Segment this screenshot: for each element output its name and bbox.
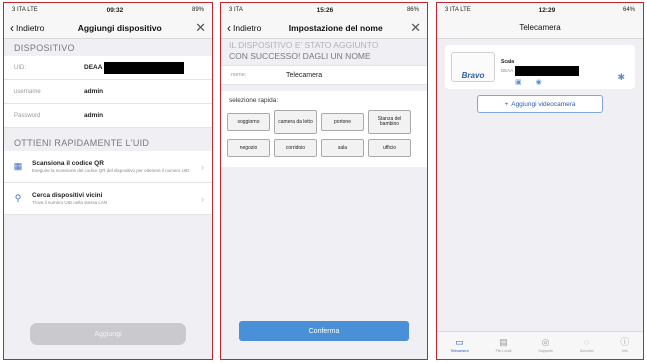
add-camera-label: Aggiungi videocamera [511,100,576,108]
section-uid-header: OTTIENI RAPIDAMENTE L'UID [14,138,150,148]
confirm-button[interactable]: Conferma [239,321,409,341]
username-value: admin [84,88,104,95]
tab-info[interactable]: ⓘ Info [620,337,630,354]
back-button[interactable]: ‹ Indietro [10,22,44,34]
clock: 09:32 [106,6,124,14]
back-label: Indietro [16,22,45,33]
success-message-main: CON SUCCESSO! DAGLI UN NOME [229,50,371,61]
calendar-icon[interactable]: ▣ [515,78,522,86]
page: 3 ITA LTE 09:32 89% ‹ Indietro Aggiungi … [0,0,647,363]
carrier-label: 3 ITA [229,7,243,13]
nav-bar: ‹ Indietro Impostazione del nome ✕ [221,17,427,39]
nav-bar: ‹ Indietro Aggiungi dispositivo ✕ [4,17,212,39]
back-button[interactable]: ‹ Indietro [227,22,261,34]
name-field[interactable]: nome: Telecamera [221,65,427,86]
home-icon: ◌ [583,337,590,347]
username-field[interactable]: username admin [4,80,212,104]
camera-icon: ▭ [455,337,464,347]
redaction-bar [104,61,185,74]
scan-qr-item[interactable]: ▦ Scansiona il codice QR Eseguire la sca… [4,151,212,183]
password-label: Password [14,112,41,119]
page-title: Aggiungi dispositivo [77,22,162,33]
search-icon: ⚲ [14,193,22,203]
chevron-right-icon: › [201,161,204,172]
screen-name-setting: 3 ITA 15:26 86% ‹ Indietro Impostazione … [220,2,428,360]
search-nearby-desc: Trova il numero UID nella stessa LAN [32,199,108,205]
chip-stanza-del-bambino[interactable]: Stanza del bambino [368,110,411,135]
carrier-label: 3 ITA LTE [12,7,38,13]
chip-camera-da-letto[interactable]: camera da letto [274,110,317,135]
chevron-right-icon: › [201,193,204,204]
quick-select-chips: soggiorno camera da letto portone Stanza… [221,108,427,168]
page-title: Telecamera [437,17,643,39]
chip-sala[interactable]: sala [321,139,364,158]
share-icon[interactable]: ◉ [536,78,542,86]
add-camera-button[interactable]: + Aggiungi videocamera [477,95,603,113]
tab-label: Supporto [538,349,553,353]
screen-camera-list: 3 ITA LTE 12:29 64% Telecamera Bravo Sca… [436,2,644,360]
status-bar: 3 ITA 15:26 86% [221,3,427,17]
chip-ufficio[interactable]: ufficio [368,139,411,158]
password-field[interactable]: Password admin [4,104,212,128]
settings-icon[interactable]: ✱ [617,72,625,83]
carrier-label: 3 ITA LTE [445,7,471,13]
search-nearby-title: Cerca dispositivi vicini [32,191,103,199]
password-value: admin [84,112,104,119]
clock: 12:29 [538,6,556,14]
status-bar: 3 ITA LTE 09:32 89% [4,3,212,17]
battery-label: 89% [191,7,204,13]
tab-domotici[interactable]: ◌ Domotici [579,337,594,354]
tab-label: File Locali [495,349,512,353]
tab-label: Info [621,349,628,353]
scan-qr-title: Scansiona il codice QR [32,159,104,167]
close-icon[interactable]: ✕ [195,21,206,34]
brand-logo: Bravo [451,52,495,82]
section-device-header: DISPOSITIVO [14,43,75,53]
uid-value: DEAA [84,64,103,71]
redaction-bar [515,65,580,76]
chip-portone[interactable]: portone [321,113,364,132]
tab-bar: ▭ Telecamera ▤ File Locali ◎ Supporto ◌ … [437,331,643,359]
name-value: Telecamera [286,71,323,79]
support-icon: ◎ [541,337,550,347]
quick-select-label: selezione rapida: [221,91,427,109]
chevron-left-icon: ‹ [227,20,231,35]
camera-name: Scala [501,58,515,65]
clock: 15:26 [316,6,334,14]
add-button[interactable]: Aggiungi [30,323,186,345]
chip-corridoio[interactable]: corridoio [274,139,317,158]
tab-supporto[interactable]: ◎ Supporto [538,337,553,354]
tab-file-locali[interactable]: ▤ File Locali [495,337,512,354]
uid-label: UID: [14,64,26,71]
chip-soggiorno[interactable]: soggiorno [227,113,270,132]
name-label: nome: [231,72,247,79]
camera-uid: DEAA [501,68,514,73]
battery-label: 86% [406,7,419,13]
image-icon: ▤ [499,337,508,347]
qr-code-icon: ▦ [13,161,23,171]
info-icon: ⓘ [620,337,630,347]
page-title: Impostazione del nome [288,22,383,33]
tab-telecamera[interactable]: ▭ Telecamera [450,337,469,354]
screen-add-device: 3 ITA LTE 09:32 89% ‹ Indietro Aggiungi … [3,2,213,360]
username-label: username [14,88,41,95]
uid-field[interactable]: UID: DEAA [4,56,212,80]
success-message-faded: IL DISPOSITIVO E' STATO AGGIUNTO [229,40,379,50]
tab-label: Telecamera [450,349,469,353]
close-icon[interactable]: ✕ [410,21,421,34]
battery-label: 64% [622,7,635,13]
tab-label: Domotici [579,349,594,353]
chevron-left-icon: ‹ [10,20,14,35]
back-label: Indietro [233,22,262,33]
search-nearby-item[interactable]: ⚲ Cerca dispositivi vicini Trova il nume… [4,183,212,215]
scan-qr-desc: Eseguire la scansione del codice QR del … [32,167,190,173]
chip-negozio[interactable]: negozio [227,139,270,158]
plus-icon: + [504,100,509,108]
camera-card[interactable]: Bravo Scala DEAA ▣ ◉ ✱ [445,45,635,89]
status-bar: 3 ITA LTE 12:29 64% [437,3,643,17]
success-message: IL DISPOSITIVO E' STATO AGGIUNTO CON SUC… [221,39,427,65]
